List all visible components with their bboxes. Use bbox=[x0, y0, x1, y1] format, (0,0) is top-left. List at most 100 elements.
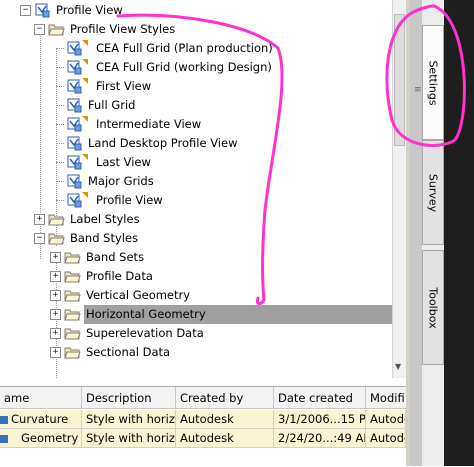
tree-node-label: Band Styles bbox=[70, 231, 139, 245]
tree-node-label: Vertical Geometry bbox=[86, 288, 191, 302]
tree-node[interactable]: Profile View bbox=[0, 191, 392, 210]
tree-node-label: Profile Data bbox=[86, 269, 153, 283]
in-use-flag-icon bbox=[82, 78, 88, 84]
tree-node[interactable]: − Profile View Styles bbox=[0, 20, 392, 39]
tab-settings[interactable]: Settings bbox=[422, 25, 444, 140]
tree-branch-line bbox=[56, 48, 64, 49]
tab-survey[interactable]: Survey bbox=[422, 140, 444, 245]
row-name-cell: Curvature bbox=[0, 410, 82, 429]
tree-node[interactable]: CEA Full Grid (working Design) bbox=[0, 58, 392, 77]
grip-icon[interactable]: ≡ bbox=[414, 85, 422, 95]
scrollbar-thumb[interactable] bbox=[394, 14, 405, 146]
tab-survey-label: Survey bbox=[426, 173, 440, 212]
folder-icon bbox=[64, 326, 81, 340]
tab-toolbox[interactable]: Toolbox bbox=[422, 250, 444, 365]
folder-icon bbox=[64, 288, 81, 302]
column-header-created-by[interactable]: Created by bbox=[176, 387, 274, 409]
tree-node-label: First View bbox=[96, 79, 152, 93]
tree-node-label: Intermediate View bbox=[96, 117, 202, 131]
tree-node[interactable]: + Band Sets bbox=[0, 248, 392, 267]
scroll-down-arrow-icon[interactable]: ▼ bbox=[395, 362, 401, 371]
tab-strip: Settings Survey Toolbox bbox=[422, 0, 444, 466]
column-header-date-created[interactable]: Date created bbox=[274, 387, 366, 409]
tree-node[interactable]: + Superelevation Data bbox=[0, 324, 392, 343]
tree-node[interactable]: CEA Full Grid (Plan production) bbox=[0, 39, 392, 58]
collapse-icon[interactable]: − bbox=[34, 24, 45, 35]
row-date-created: 3/1/2006...15 PM bbox=[274, 410, 366, 429]
tree-branch-line bbox=[56, 200, 64, 201]
in-use-flag-icon bbox=[82, 154, 88, 160]
tab-settings-label: Settings bbox=[426, 59, 440, 106]
folder-icon bbox=[48, 212, 65, 226]
row-created-by: Autodesk bbox=[176, 429, 274, 448]
folder-icon bbox=[64, 250, 81, 264]
tree-node[interactable]: − Band Styles bbox=[0, 229, 392, 248]
folder-icon bbox=[64, 307, 81, 321]
tree-node[interactable]: + Label Styles bbox=[0, 210, 392, 229]
tree-node-label: Last View bbox=[96, 155, 151, 169]
row-name: Curvature bbox=[11, 412, 69, 426]
expand-icon[interactable]: + bbox=[50, 347, 61, 358]
row-description: Style with horizor bbox=[82, 429, 176, 448]
tree-node[interactable]: Last View bbox=[0, 153, 392, 172]
tree-branch-line bbox=[56, 67, 64, 68]
tree-branch-line bbox=[56, 162, 64, 163]
tree-node[interactable]: Intermediate View bbox=[0, 115, 392, 134]
tree-node-label: Major Grids bbox=[88, 174, 154, 188]
collapse-icon[interactable]: − bbox=[20, 5, 31, 16]
row-created-by: Autodesk bbox=[176, 410, 274, 429]
tree-node-label: Sectional Data bbox=[86, 345, 171, 359]
tree-node[interactable]: − Profile View bbox=[0, 1, 392, 20]
column-header-modified[interactable]: Modifi bbox=[366, 387, 406, 409]
expand-icon[interactable]: + bbox=[34, 214, 45, 225]
expand-icon[interactable]: + bbox=[50, 290, 61, 301]
tree-node-label: Profile View Styles bbox=[70, 22, 176, 36]
folder-icon bbox=[48, 22, 65, 36]
tree-node-label: Profile View bbox=[96, 193, 163, 207]
tree-node[interactable]: Major Grids bbox=[0, 172, 392, 191]
in-use-flag-icon bbox=[82, 116, 88, 122]
tree-node[interactable]: + Sectional Data bbox=[0, 343, 392, 362]
tree-branch-line bbox=[56, 181, 64, 182]
tree-node-label: Horizontal Geometry bbox=[84, 305, 392, 324]
row-name: Geometry bbox=[21, 431, 79, 445]
tree-branch-line bbox=[56, 143, 64, 144]
tree-branch-line bbox=[56, 105, 64, 106]
style-list-grid: ame Description Created by Date created … bbox=[0, 386, 406, 467]
tree-node[interactable]: + Vertical Geometry bbox=[0, 286, 392, 305]
expand-icon[interactable]: + bbox=[50, 271, 61, 282]
column-header-name[interactable]: ame bbox=[0, 387, 82, 409]
folder-icon bbox=[64, 269, 81, 283]
column-header-description[interactable]: Description bbox=[82, 387, 176, 409]
tree-branch-line bbox=[56, 124, 64, 125]
tree-node[interactable]: + Horizontal Geometry bbox=[0, 305, 392, 324]
profile-view-style-icon bbox=[66, 97, 84, 113]
tree-vertical-scrollbar[interactable]: ▼ bbox=[392, 0, 407, 378]
in-use-flag-icon bbox=[82, 40, 88, 46]
tree-node[interactable]: Land Desktop Profile View bbox=[0, 134, 392, 153]
tree-node-label: Superelevation Data bbox=[86, 326, 204, 340]
tree-node-label: Label Styles bbox=[70, 212, 140, 226]
folder-icon bbox=[64, 345, 81, 359]
expand-icon[interactable]: + bbox=[50, 309, 61, 320]
tree-node[interactable]: Full Grid bbox=[0, 96, 392, 115]
collapse-icon[interactable]: − bbox=[34, 233, 45, 244]
palette-title-bar bbox=[444, 0, 474, 466]
profile-view-style-icon bbox=[66, 135, 84, 151]
tree-node[interactable]: + Profile Data bbox=[0, 267, 392, 286]
tree-branch-line bbox=[56, 86, 64, 87]
tree-node-label: Land Desktop Profile View bbox=[88, 136, 238, 150]
style-icon bbox=[0, 415, 8, 424]
tree-node-label: CEA Full Grid (working Design) bbox=[96, 60, 272, 74]
tree-node-label: Full Grid bbox=[88, 98, 136, 112]
expand-icon[interactable]: + bbox=[50, 328, 61, 339]
row-modified: Autode bbox=[366, 410, 406, 429]
expand-icon[interactable]: + bbox=[50, 252, 61, 263]
in-use-flag-icon bbox=[82, 59, 88, 65]
style-icon bbox=[0, 434, 8, 443]
settings-tree: − Profile View − Profile View Styles CEA Ful… bbox=[0, 0, 392, 378]
row-date-created: 2/24/20...:49 AM bbox=[274, 429, 366, 448]
in-use-flag-icon bbox=[82, 192, 88, 198]
tree-node[interactable]: First View bbox=[0, 77, 392, 96]
profile-view-style-icon bbox=[34, 2, 52, 18]
